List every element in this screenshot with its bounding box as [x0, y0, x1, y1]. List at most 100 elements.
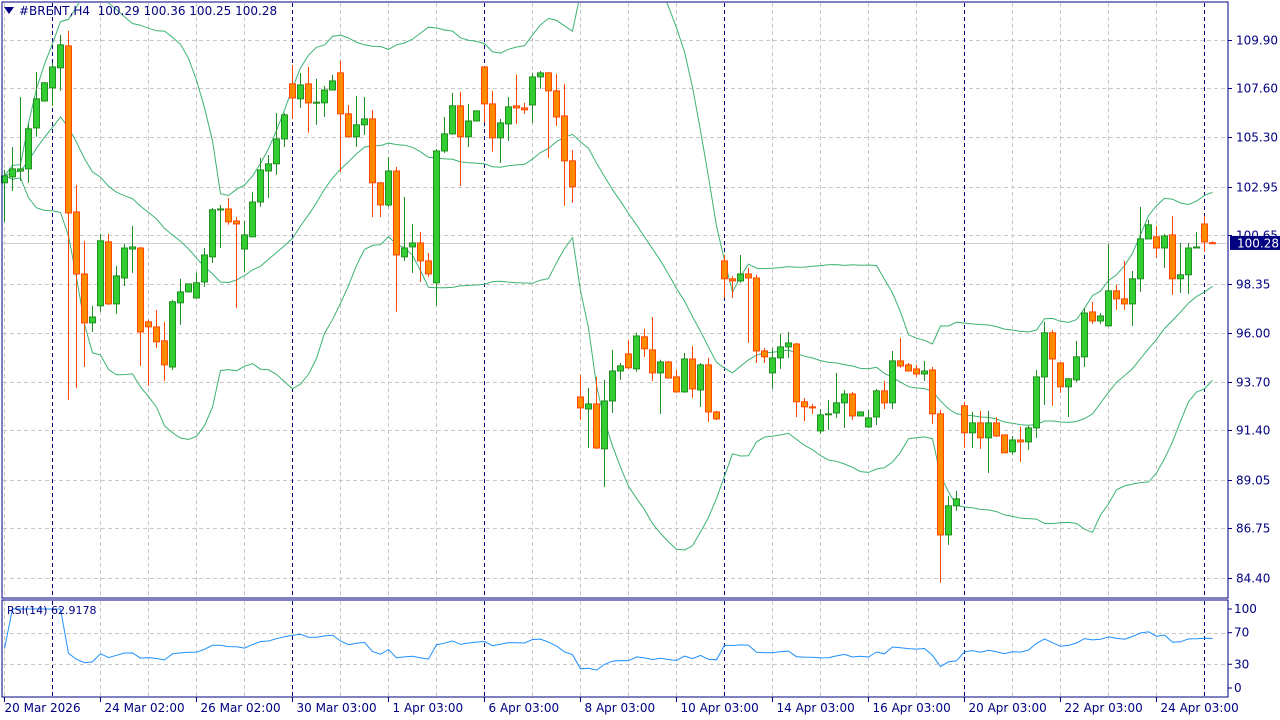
bear-candle	[345, 104, 352, 138]
rsi-pane	[3, 608, 1227, 671]
candle-body	[1065, 378, 1072, 388]
bull-candle	[1073, 340, 1080, 382]
bull-candle	[409, 223, 416, 273]
bull-candle	[129, 225, 136, 273]
bull-candle	[385, 156, 392, 207]
bear-candle	[849, 391, 856, 420]
candle-body	[33, 98, 40, 129]
candle-body	[777, 346, 784, 359]
bear-candle	[1153, 225, 1160, 258]
candle-body	[761, 350, 768, 358]
bear-candle	[233, 216, 240, 308]
bull-candle	[49, 62, 56, 106]
price-axis[interactable]: 109.90107.60105.30102.95100.6598.3596.00…	[1228, 34, 1278, 586]
bear-candle	[593, 376, 600, 449]
candle-body	[153, 326, 160, 343]
bull-candle	[921, 360, 928, 381]
bear-candle	[1201, 215, 1208, 253]
rsi-pane-border	[1, 599, 1229, 698]
bull-candle	[1185, 242, 1192, 294]
candle-body	[49, 66, 56, 89]
rsi-tick-label: 0	[1234, 681, 1242, 695]
candle-body	[273, 138, 280, 165]
band-upper	[4, 3, 1213, 345]
bear-candle	[897, 337, 904, 368]
candle-body	[105, 241, 112, 305]
candle-body	[177, 291, 184, 304]
bear-candle	[153, 309, 160, 348]
bear-candle	[513, 74, 520, 124]
bear-candle	[81, 240, 88, 367]
bull-candle	[985, 410, 992, 473]
candle-body	[305, 83, 312, 104]
close-value: 100.28	[235, 4, 278, 18]
rsi-axis: 100 70 30 0	[1228, 602, 1257, 695]
candle-body	[913, 368, 920, 375]
candle-body	[337, 72, 344, 115]
bull-candle	[537, 70, 544, 89]
candle-body	[1049, 332, 1056, 360]
candle-body	[905, 364, 912, 372]
time-tick-label: 16 Apr 03:00	[873, 701, 951, 715]
candle-body	[937, 413, 944, 536]
bear-candle	[145, 319, 152, 386]
candle-body	[585, 403, 592, 410]
time-tick-label: 8 Apr 03:00	[585, 701, 656, 715]
candle-body	[289, 83, 296, 99]
rsi-name: RSI(14)	[7, 604, 48, 617]
bear-candle	[369, 109, 376, 217]
candle-body	[721, 260, 728, 280]
bear-candle	[377, 181, 384, 217]
candle-body	[593, 403, 600, 449]
bull-candle	[89, 305, 96, 332]
band-lower	[4, 175, 1213, 551]
bear-candle	[1049, 329, 1056, 406]
candle-body	[681, 358, 688, 393]
candle-body	[9, 168, 16, 178]
bear-candle	[673, 369, 680, 393]
time-axis[interactable]: 20 Mar 2026 24 Mar 02:00 26 Mar 02:00 30 Ma…	[4, 697, 1239, 715]
candle-body	[689, 358, 696, 390]
bear-candle	[721, 254, 728, 298]
bull-candle	[777, 333, 784, 369]
candle-body	[785, 342, 792, 348]
bull-candle	[857, 411, 864, 417]
candle-body	[321, 89, 328, 104]
candle-body	[529, 76, 536, 106]
bull-candle	[1193, 231, 1200, 249]
candle-body	[633, 335, 640, 370]
chart-canvas[interactable]: 109.90107.60105.30102.95100.6598.3596.00…	[0, 0, 1280, 720]
candle-body	[353, 124, 360, 138]
bear-candle	[761, 347, 768, 363]
bull-candle	[1105, 243, 1112, 327]
candle-body	[225, 208, 232, 223]
candle-body	[361, 118, 368, 126]
candle-body	[553, 90, 560, 118]
candle-body	[649, 349, 656, 374]
candle-body	[881, 390, 888, 404]
candle-body	[729, 278, 736, 282]
bull-candle	[737, 254, 744, 283]
price-tick-label: 105.30	[1236, 131, 1278, 145]
candle-body	[921, 370, 928, 375]
candle-body	[81, 273, 88, 324]
rsi-tick-label: 100	[1234, 602, 1257, 616]
candle-body	[953, 498, 960, 507]
candle-body	[433, 150, 440, 284]
candle-body	[385, 170, 392, 206]
bear-candle	[705, 357, 712, 422]
main-pane-border	[1, 1, 1229, 599]
chart-header: #BRENT,H4 100.29 100.36 100.25 100.28	[4, 4, 277, 18]
candle-body	[545, 72, 552, 92]
candle-body	[1145, 224, 1152, 240]
collapse-triangle-icon[interactable]	[4, 7, 14, 14]
candle-body	[57, 44, 64, 69]
bear-candle	[961, 401, 968, 448]
candle-body	[1177, 274, 1184, 280]
bear-candle	[393, 166, 400, 312]
bull-candle	[449, 92, 456, 135]
bear-candle	[809, 403, 816, 414]
bear-candle	[1001, 434, 1008, 454]
candle-body	[241, 234, 248, 250]
candle-body	[833, 402, 840, 414]
